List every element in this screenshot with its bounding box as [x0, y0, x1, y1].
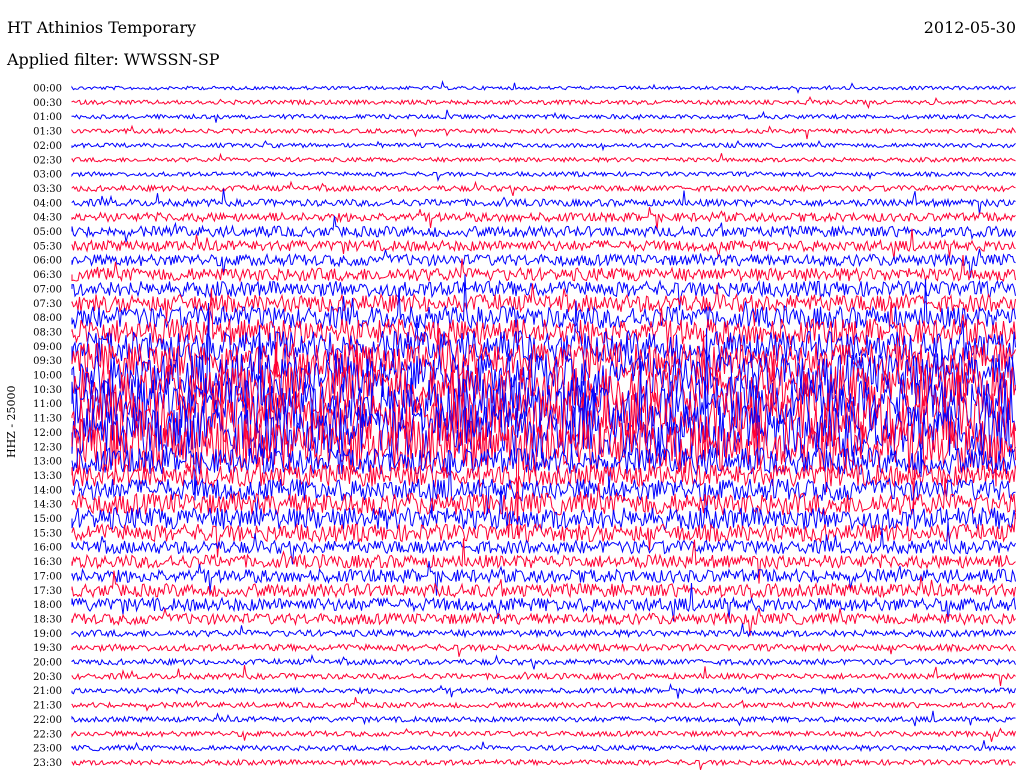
row-time-label: 08:00 — [33, 313, 62, 324]
row-time-label: 09:30 — [33, 356, 62, 367]
row-time-label: 23:30 — [33, 758, 62, 769]
row-time-label: 16:00 — [33, 543, 62, 554]
row-time-label: 10:00 — [33, 371, 62, 382]
seismic-trace-row — [71, 623, 1016, 639]
row-time-label: 06:30 — [33, 270, 62, 281]
seismic-trace-row — [71, 710, 1016, 727]
seismic-trace-row — [71, 697, 1016, 712]
seismic-trace-row — [71, 79, 1016, 95]
row-time-label: 01:30 — [33, 127, 62, 138]
row-time-label: 18:00 — [33, 600, 62, 611]
seismic-trace-row — [71, 248, 1016, 278]
seismic-trace-row — [71, 170, 1016, 182]
seismic-trace-row — [71, 682, 1016, 699]
row-time-label: 07:00 — [33, 284, 62, 295]
row-time-label: 12:30 — [33, 442, 62, 453]
row-time-label: 16:30 — [33, 557, 62, 568]
row-time-label: 00:00 — [33, 84, 62, 95]
seismic-trace-row — [71, 109, 1016, 123]
row-time-label: 13:30 — [33, 471, 62, 482]
row-time-label: 22:00 — [33, 715, 62, 726]
row-time-label: 11:30 — [33, 414, 62, 425]
seismic-trace-row — [71, 758, 1016, 770]
row-time-label: 15:00 — [33, 514, 62, 525]
row-time-label: 17:00 — [33, 571, 62, 582]
row-time-label: 03:30 — [33, 184, 62, 195]
row-time-label: 14:30 — [33, 500, 62, 511]
row-time-label: 02:30 — [33, 155, 62, 166]
seismic-trace-row — [71, 665, 1016, 686]
row-time-label: 01:00 — [33, 112, 62, 123]
seismic-trace-row — [71, 727, 1016, 742]
row-time-label: 18:30 — [33, 614, 62, 625]
row-time-label: 21:30 — [33, 701, 62, 712]
trace-layer — [71, 79, 1016, 770]
seismic-trace-row — [71, 570, 1016, 599]
row-time-label: 05:00 — [33, 227, 62, 238]
row-time-label: 19:30 — [33, 643, 62, 654]
helicorder-plot: 00:00 00:30 01:00 01:30 02:00 02:30 03:00 03:30… — [33, 79, 1016, 770]
row-time-label: 20:30 — [33, 672, 62, 683]
row-time-label: 13:00 — [33, 457, 62, 468]
seismic-trace-row — [71, 96, 1016, 110]
seismic-trace-row — [71, 642, 1016, 657]
row-time-label: 10:30 — [33, 385, 62, 396]
seismic-trace-row — [71, 740, 1016, 753]
row-time-label: 12:00 — [33, 428, 62, 439]
row-time-label: 20:00 — [33, 658, 62, 669]
time-label-layer: 00:00 00:30 01:00 01:30 02:00 02:30 03:00 03:30… — [33, 84, 62, 769]
seismic-trace-row — [71, 139, 1016, 152]
seismic-trace-row — [71, 188, 1016, 215]
row-time-label: 07:30 — [33, 299, 62, 310]
row-time-label: 14:00 — [33, 485, 62, 496]
row-time-label: 06:00 — [33, 256, 62, 267]
row-time-label: 15:30 — [33, 528, 62, 539]
row-time-label: 00:30 — [33, 98, 62, 109]
seismic-trace-row — [71, 124, 1016, 140]
row-time-label: 17:30 — [33, 586, 62, 597]
row-time-label: 08:30 — [33, 327, 62, 338]
row-time-label: 11:00 — [33, 399, 62, 410]
row-time-label: 05:30 — [33, 241, 62, 252]
row-time-label: 04:00 — [33, 198, 62, 209]
row-time-label: 21:00 — [33, 686, 62, 697]
seismic-trace-row — [71, 207, 1016, 231]
row-time-label: 23:00 — [33, 744, 62, 755]
row-time-label: 22:30 — [33, 729, 62, 740]
row-time-label: 09:00 — [33, 342, 62, 353]
seismic-trace-row — [71, 180, 1016, 197]
row-time-label: 19:00 — [33, 629, 62, 640]
row-time-label: 03:00 — [33, 170, 62, 181]
seismic-trace-row — [71, 653, 1016, 670]
seismic-trace-row — [71, 152, 1016, 164]
row-time-label: 04:30 — [33, 213, 62, 224]
row-time-label: 02:00 — [33, 141, 62, 152]
